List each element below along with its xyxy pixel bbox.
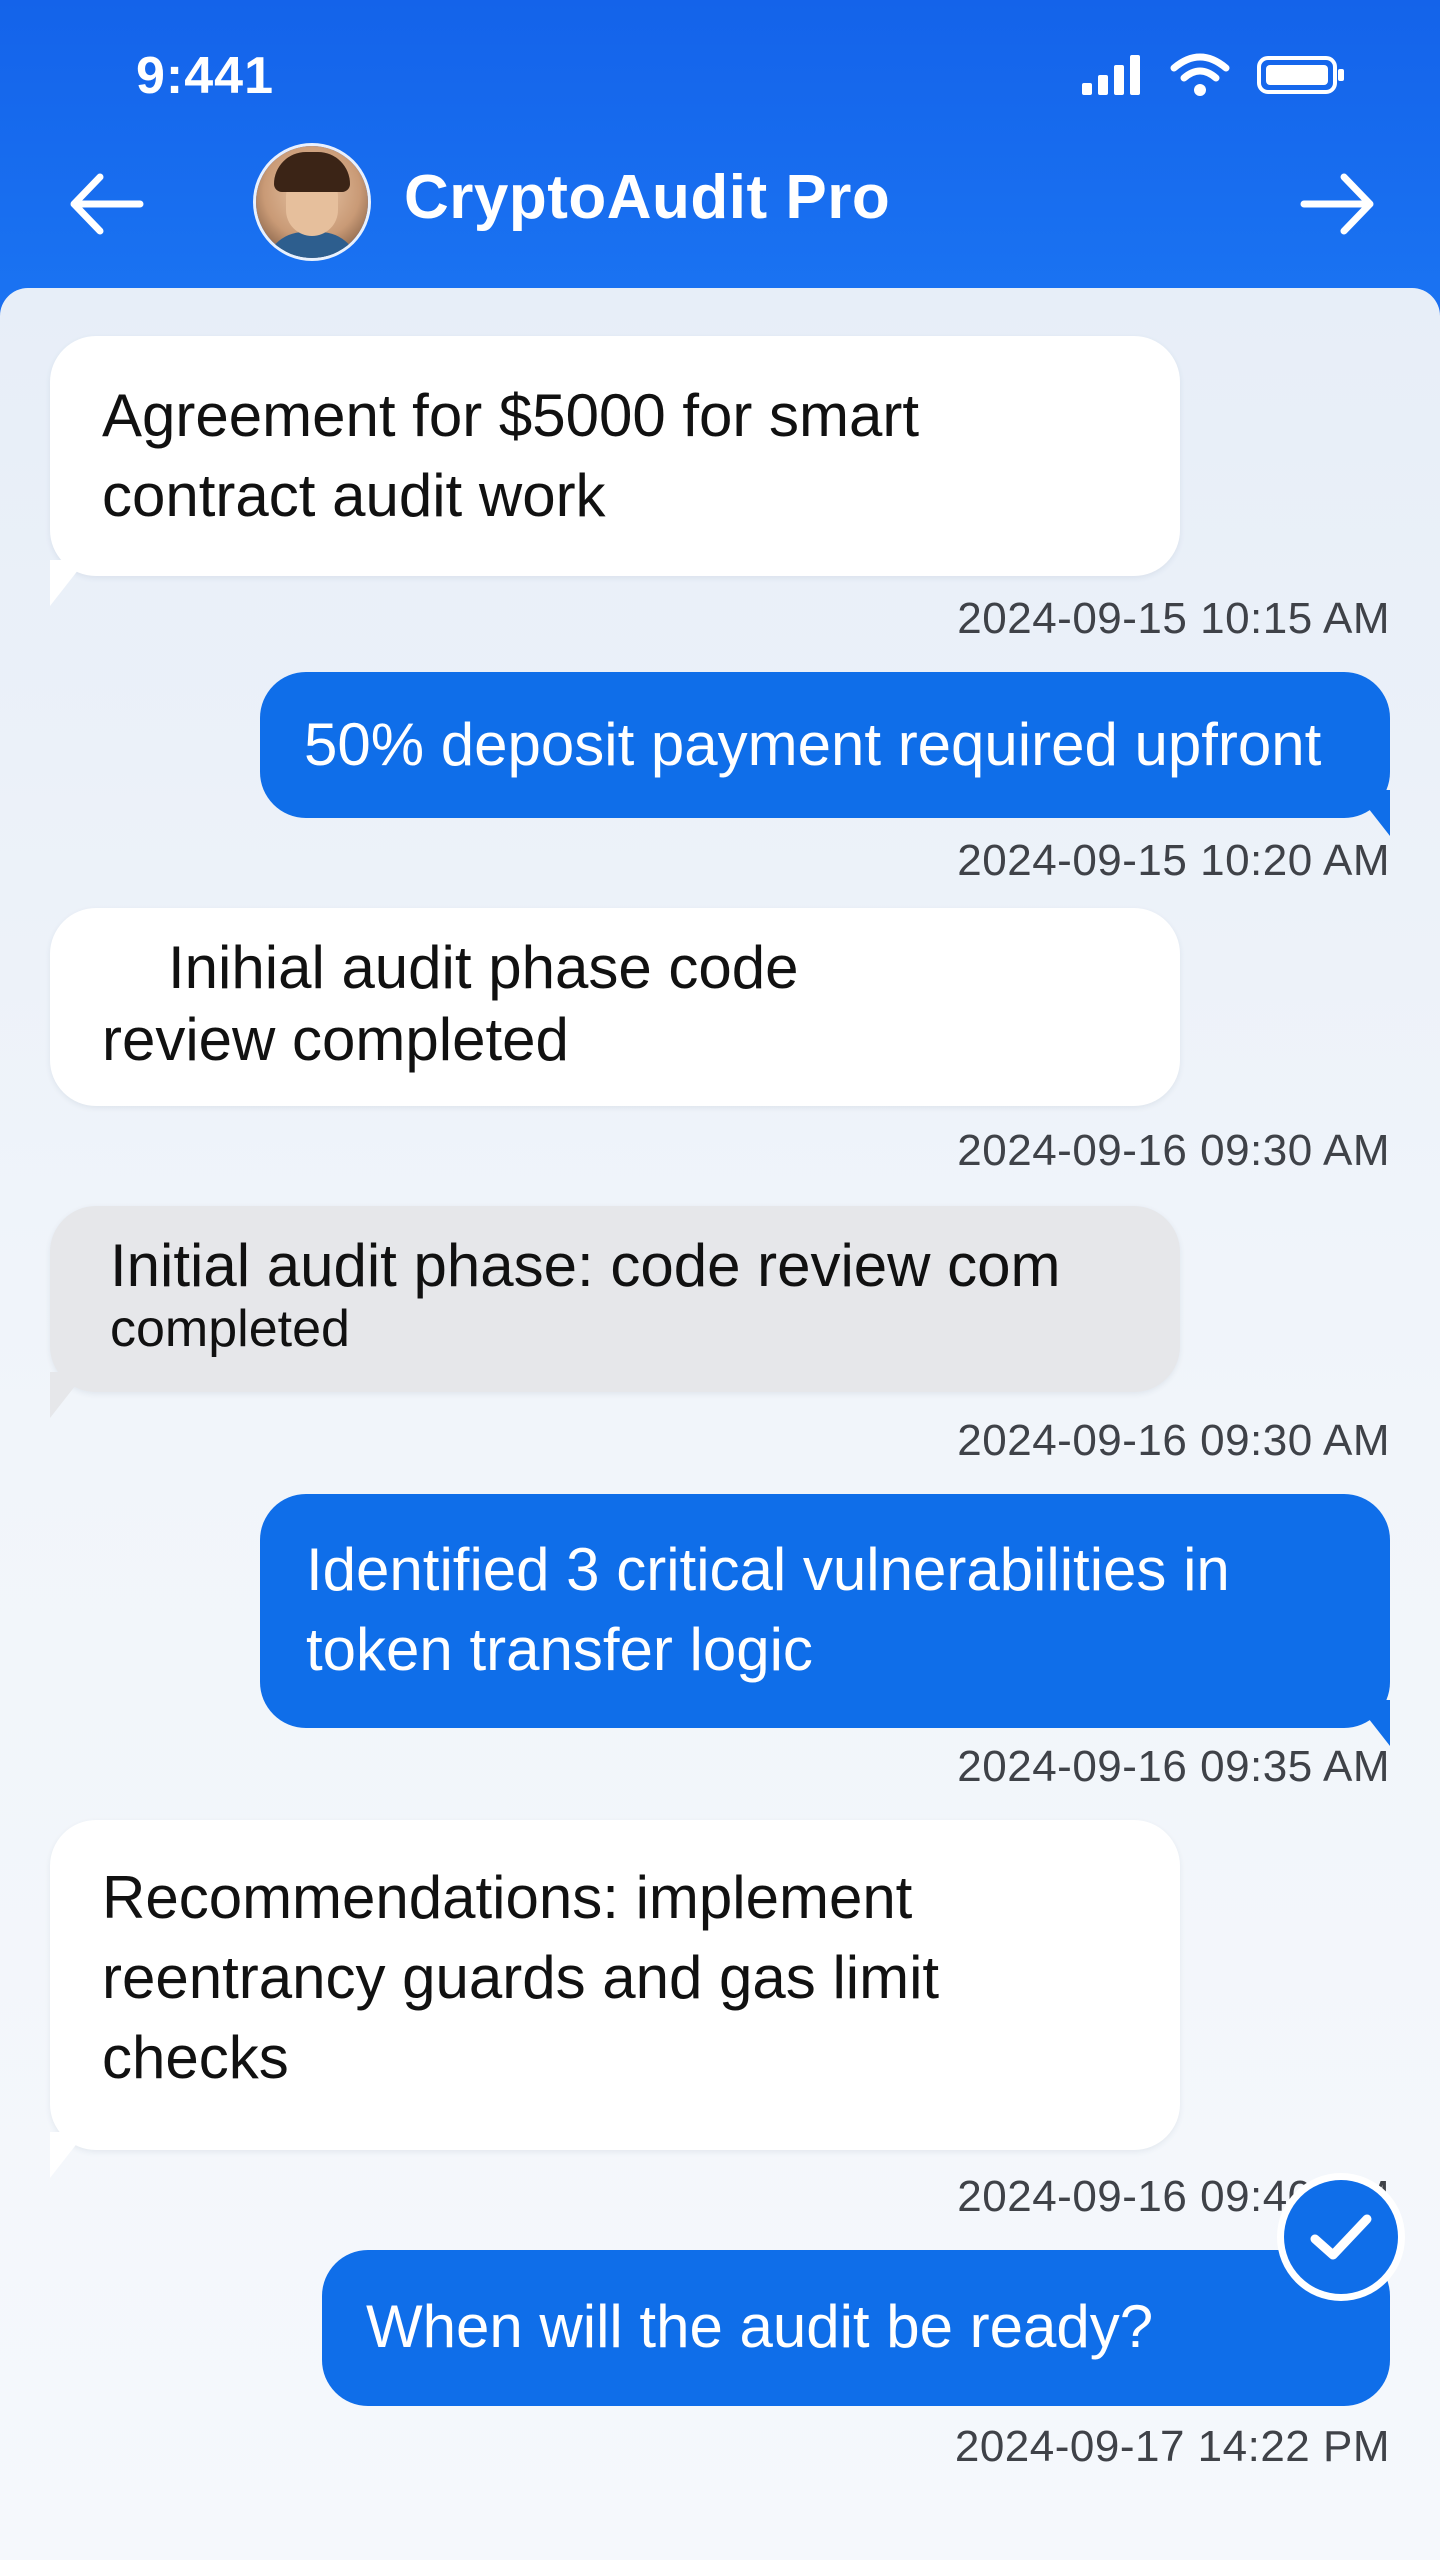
back-button[interactable] (62, 160, 150, 248)
message-line: Identified 3 critical vulnerabilities in (306, 1536, 1230, 1603)
bubble-tail (1354, 790, 1390, 836)
message-bubble-outgoing[interactable]: 50% deposit payment required upfront (260, 672, 1390, 818)
message-line: reentrancy guards and gas limit (102, 1944, 940, 2011)
message-line: Initial audit phase: code review com (110, 1232, 1061, 1299)
message-line: Recommendations: implement (102, 1864, 913, 1931)
message-line: completed (110, 1300, 350, 1358)
message-line: contract audit work (102, 462, 606, 529)
checkmark-icon (1310, 2214, 1372, 2260)
message-timestamp: 2024-09-17 14:22 PM (954, 2422, 1390, 2471)
bubble-tail (50, 2132, 86, 2178)
message-line: 50% deposit payment required upfront (304, 711, 1322, 778)
message-timestamp: 2024-09-16 09:30 AM (957, 1126, 1390, 1175)
message-timestamp: 2024-09-16 09:35 AM (957, 1742, 1390, 1791)
bubble-tail (50, 560, 86, 606)
bubble-tail (50, 1372, 86, 1418)
message-bubble-outgoing[interactable]: When will the audit be ready? (322, 2250, 1390, 2406)
message-line: Inihial audit phase code (168, 934, 799, 1001)
message-line: token transfer logic (306, 1616, 813, 1683)
chat-header: 9:441 CryptoAudit Pro (0, 0, 1440, 300)
message-bubble-incoming[interactable]: Initial audit phase: code review com com… (50, 1206, 1180, 1392)
message-bubble-outgoing[interactable]: Identified 3 critical vulnerabilities in… (260, 1494, 1390, 1728)
message-line: Agreement for $5000 for smart (102, 382, 920, 449)
bubble-tail (1354, 1700, 1390, 1746)
arrow-left-icon (70, 173, 144, 235)
message-timestamp: 2024-09-16 09:30 AM (957, 1416, 1390, 1465)
signal-icon (1080, 53, 1144, 102)
message-bubble-incoming[interactable]: Recommendations: implement reentrancy gu… (50, 1820, 1180, 2150)
contact-avatar[interactable] (256, 146, 368, 258)
wifi-icon (1170, 52, 1230, 103)
message-bubble-incoming[interactable]: Agreement for $5000 for smart contract a… (50, 336, 1180, 576)
message-timestamp: 2024-09-15 10:20 AM (957, 836, 1390, 885)
message-line: checks (102, 2024, 289, 2091)
arrow-right-icon (1300, 173, 1374, 235)
contact-name: CryptoAudit Pro (404, 163, 891, 232)
status-time: 9:441 (136, 47, 274, 105)
battery-icon (1256, 53, 1346, 102)
message-timestamp: 2024-09-15 10:15 AM (957, 594, 1390, 643)
read-receipt-badge (1284, 2180, 1398, 2294)
message-line: review completed (102, 1006, 569, 1073)
status-icons (1080, 52, 1346, 103)
message-line: When will the audit be ready? (366, 2293, 1154, 2360)
message-bubble-incoming[interactable]: Inihial audit phase code review complete… (50, 908, 1180, 1106)
forward-button[interactable] (1294, 160, 1382, 248)
